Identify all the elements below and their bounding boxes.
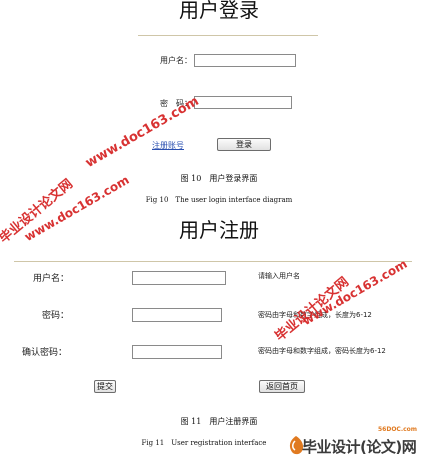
login-username-label: 用户名： — [160, 56, 192, 65]
login-password-input[interactable] — [194, 96, 292, 109]
logo-url: 56DOC.com — [378, 426, 418, 433]
register-password-label: 密码： — [42, 311, 70, 321]
login-username-input[interactable] — [194, 54, 296, 67]
submit-button[interactable]: 提交 — [94, 380, 116, 393]
login-divider — [138, 35, 318, 36]
register-confirm-input[interactable] — [132, 345, 222, 359]
register-confirm-label: 确认密码： — [22, 348, 68, 358]
register-username-input[interactable] — [132, 271, 226, 285]
login-button[interactable]: 登录 — [217, 138, 271, 151]
register-account-link[interactable]: 注册账号 — [152, 140, 184, 151]
register-username-hint: 请输入用户名 — [258, 272, 300, 280]
register-password-input[interactable] — [132, 308, 222, 322]
watermark-site-top: www.doc163.com — [83, 93, 202, 171]
back-home-button[interactable]: 返回首页 — [259, 380, 305, 393]
register-divider — [14, 261, 412, 262]
login-title: 用户登录 — [179, 0, 259, 22]
register-username-label: 用户名： — [33, 274, 70, 284]
register-confirm-hint: 密码由字母和数字组成，密码长度为6-12 — [258, 347, 386, 355]
logo-text: 毕业设计(论文)网 — [302, 438, 417, 456]
